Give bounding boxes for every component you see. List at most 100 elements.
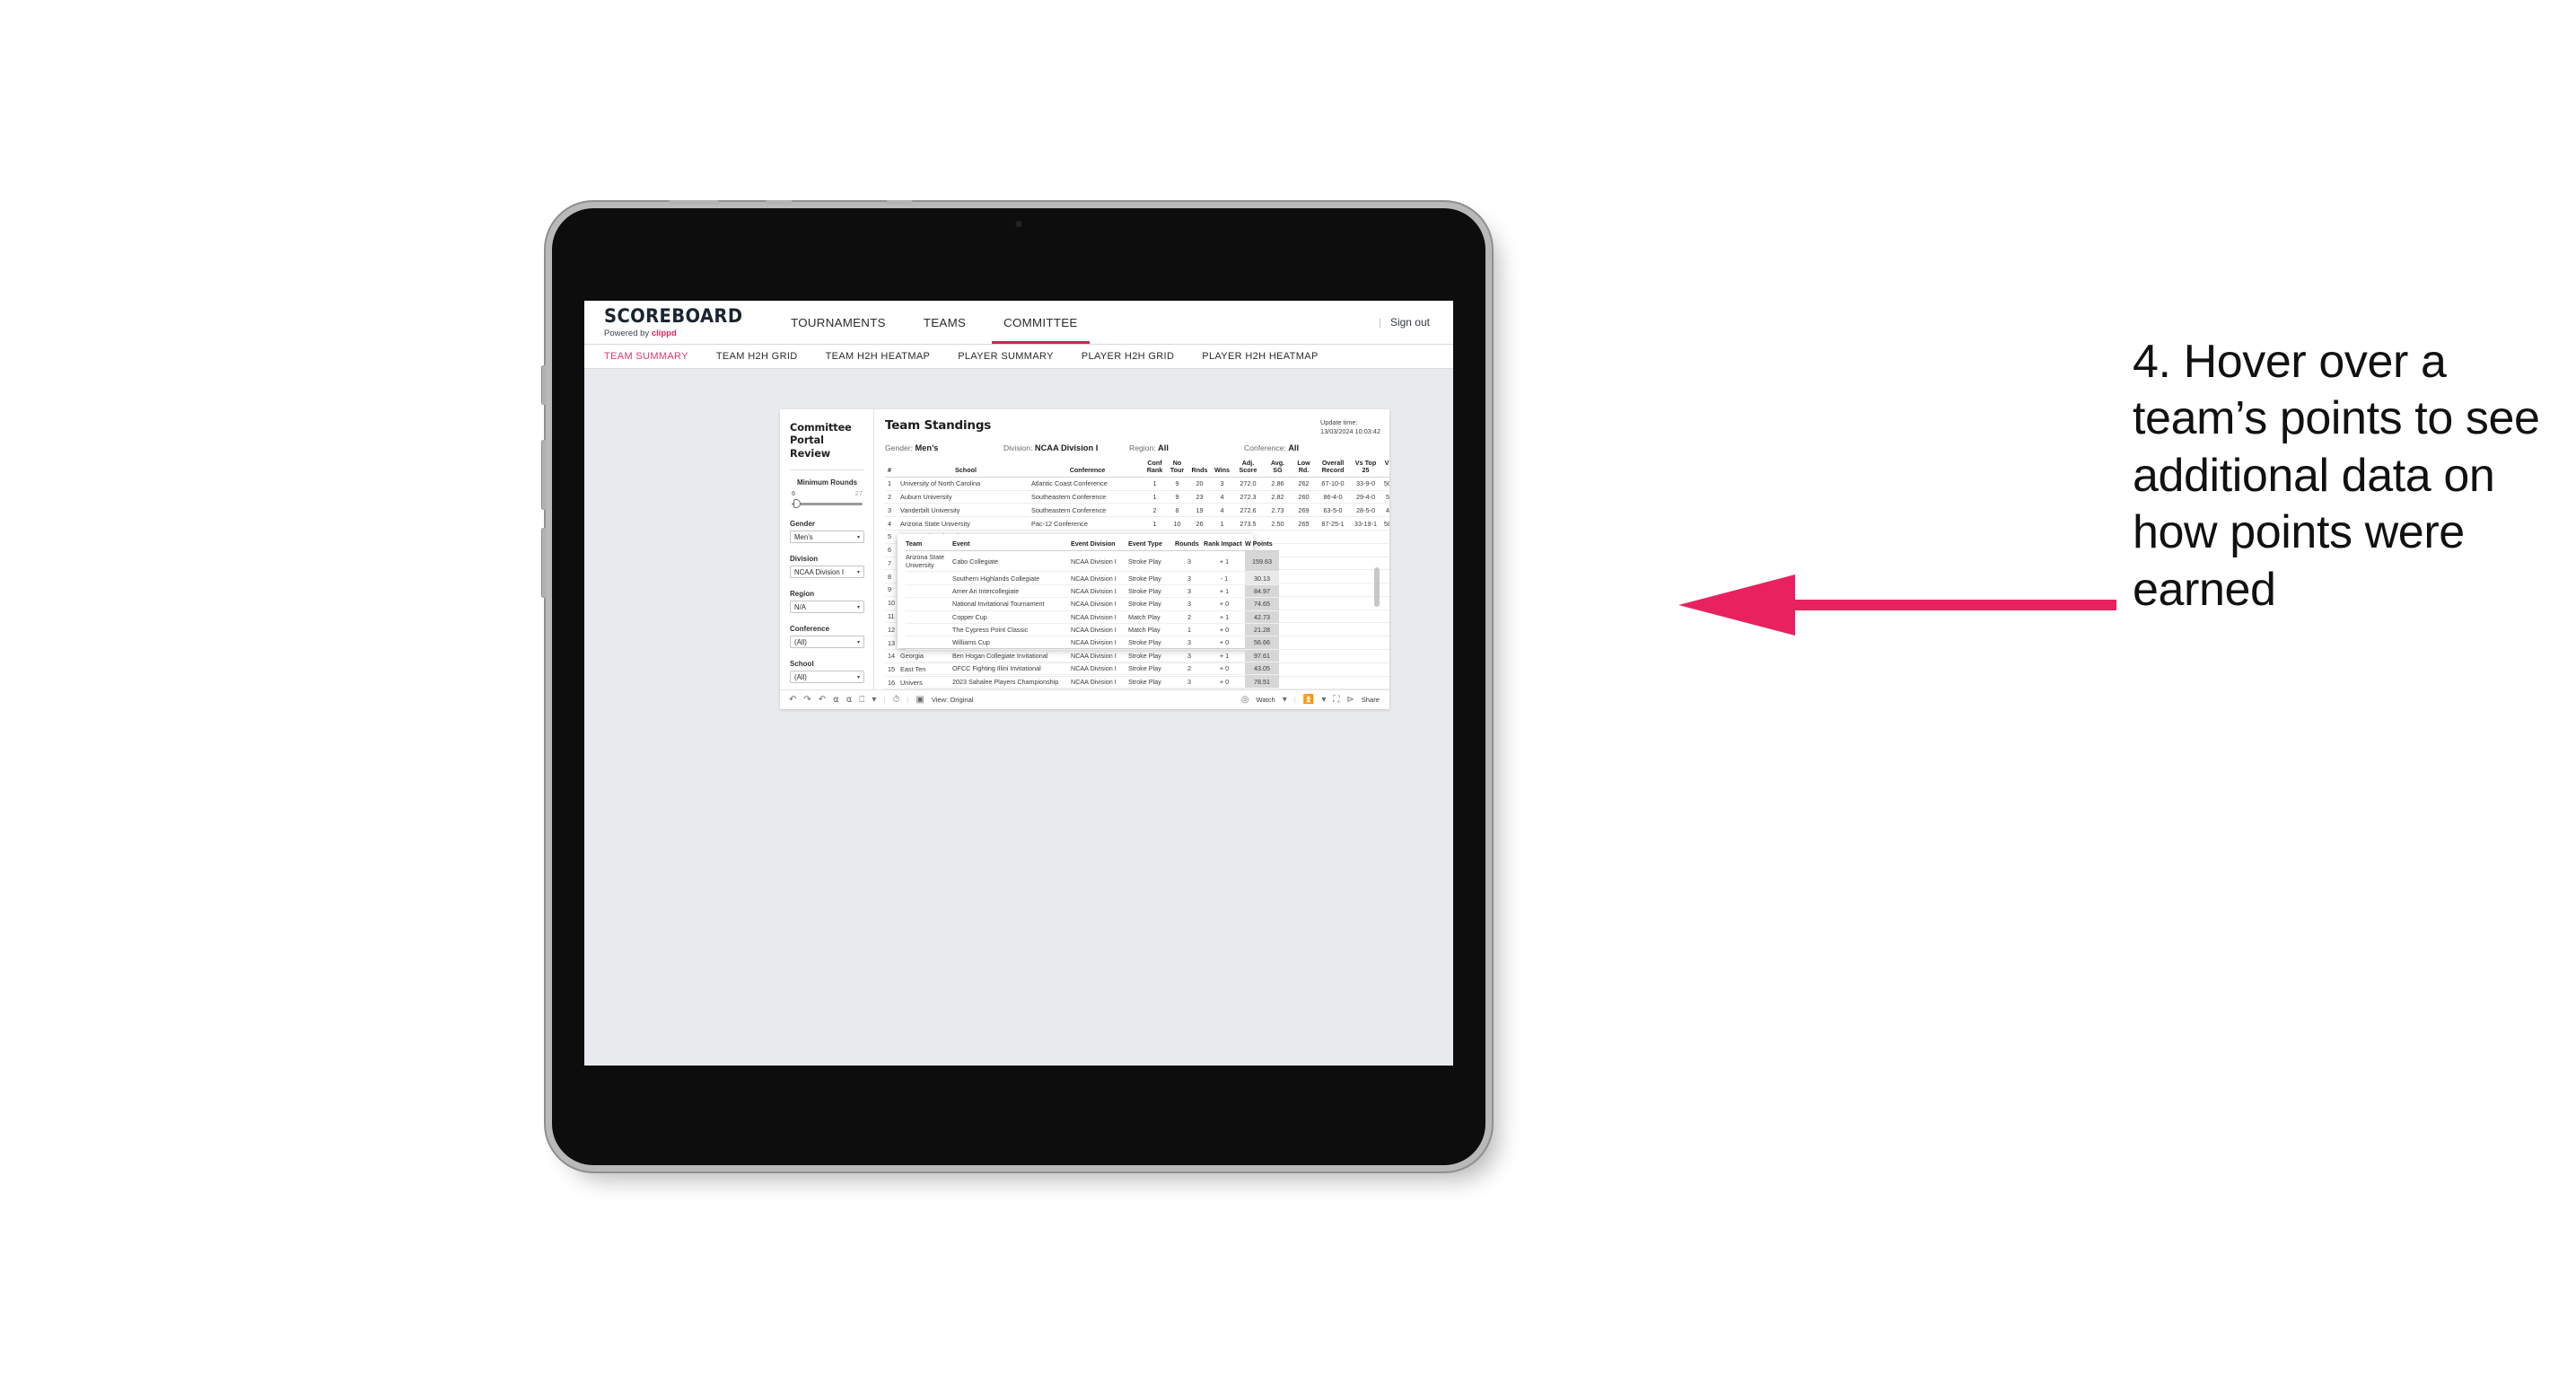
cell-rank: 2 [885,490,900,504]
standings-col-vs-top-50[interactable]: Vs Top50 [1380,459,1389,478]
tooltip-cell-event-type: Stroke Play [1128,550,1175,573]
subtab-team-summary[interactable]: TEAM SUMMARY [604,351,688,362]
minimum-rounds-slider[interactable] [792,499,863,509]
view-original-icon[interactable]: ⎕ [859,695,864,705]
chevron-down-icon[interactable]: ▾ [1321,695,1326,705]
tooltip-col-event-division: Event Division [1071,539,1128,551]
cell-vs-top-25 [1351,543,1380,557]
subtab-team-h2h-grid[interactable]: TEAM H2H GRID [716,351,798,362]
standings-col-school[interactable]: School [900,459,1031,478]
standings-col-low-rd[interactable]: Low Rd. [1292,459,1315,478]
nav-tab-committee[interactable]: COMMITTEE [985,301,1096,344]
cell-overall-record [1315,557,1351,571]
cell-vs-top-50: 46-5-0 [1380,503,1389,518]
watch-label[interactable]: Watch [1257,696,1275,704]
redo-icon[interactable]: ↷ [803,695,810,705]
standings-col-rnds[interactable]: Rnds [1188,459,1211,478]
tooltip-row: Ben Hogan Collegiate Invitational NCAA Di… [906,649,1279,663]
subtab-player-h2h-grid[interactable]: PLAYER H2H GRID [1082,351,1174,362]
app-logo[interactable]: SCOREBOARD Powered by clippd [584,301,772,344]
cell-avg-sg: 2.86 [1263,477,1292,491]
cell-vs-top-50 [1380,557,1389,571]
cell-low-rd [1292,610,1315,624]
nav-tab-teams[interactable]: TEAMS [905,301,985,344]
meta-conference-key: Conference: [1244,443,1286,452]
vertical-scrollbar[interactable] [1374,567,1380,607]
standings-col-overall-record[interactable]: Overall Record [1315,459,1351,478]
cell-adj-score: 273.5 [1233,516,1263,531]
school-select[interactable]: (All) ▾ [790,671,864,684]
tooltip-cell-rounds: 3 [1175,597,1204,611]
fullscreen-icon[interactable]: ⛶ [1333,695,1339,705]
standings-col-conference[interactable]: Conference [1031,459,1143,478]
gender-select[interactable]: Men’s ▾ [790,531,864,544]
cell-overall-record [1315,649,1351,663]
tooltip-cell-rounds: 3 [1175,636,1204,650]
tooltip-cell-event: Copper Cup [952,610,1071,624]
sign-out-link[interactable]: Sign out [1390,316,1430,329]
tooltip-cell-event-type: Stroke Play [1128,662,1175,676]
tooltip-row: National Invitational Tournament NCAA Div… [906,597,1279,611]
tooltip-cell-rank-impact: + 0 [1204,662,1245,676]
chevron-down-icon: ▾ [856,534,860,540]
tooltip-cell-rank-impact: + 1 [1204,584,1245,599]
cell-vs-top-50: 55-4-0 [1380,490,1389,504]
cell-vs-top-50 [1380,596,1389,610]
table-row[interactable]: 3 Vanderbilt University Southeastern Confe… [885,503,1389,518]
standings-col-rank[interactable]: # [885,459,900,478]
standings-col-wins[interactable]: Wins [1211,459,1233,478]
watch-icon[interactable]: ◎ [1241,695,1249,705]
nav-tab-tournaments[interactable]: TOURNAMENTS [772,301,905,344]
undo-icon[interactable]: ↶ [789,695,796,705]
subtab-team-h2h-heatmap[interactable]: TEAM H2H HEATMAP [826,351,931,362]
clock-history-icon[interactable]: ⏱ [892,695,899,705]
standings-col-adj-score[interactable]: Adj. Score [1233,459,1263,478]
refresh-data-icon[interactable]: ⍺ [833,695,839,705]
revert-icon[interactable]: ↶ [819,695,826,705]
standings-col-vs-top-25[interactable]: Vs Top 25 [1351,459,1380,478]
view-original-label[interactable]: View: Original [932,696,974,704]
table-row[interactable]: 2 Auburn University Southeastern Conferenc… [885,490,1389,504]
cell-overall-record [1315,569,1351,584]
division-select-value: NCAA Division I [794,567,845,576]
division-select[interactable]: NCAA Division I ▾ [790,566,864,579]
tooltip-cell-rank-impact: - 1 [1204,571,1245,585]
tooltip-row: Williams Cup NCAA Division I Stroke Play 3 +… [906,636,1279,650]
region-select[interactable]: N/A ▾ [790,601,864,614]
download-icon[interactable]: ⏫ [1303,695,1314,705]
dashboard-card: Committee Portal Review Minimum Rounds 6… [780,409,1389,709]
tooltip-cell-event-division: NCAA Division I [1071,571,1128,585]
standings-col-avg-sg[interactable]: Avg. SG [1263,459,1292,478]
tooltip-cell-rounds: 2 [1175,662,1204,676]
chevron-down-icon[interactable]: ▾ [1283,695,1287,705]
cell-vs-top-50 [1380,662,1389,677]
volume-up-button[interactable] [542,440,547,510]
meta-division-val: NCAA Division I [1034,443,1099,452]
minimum-rounds-values: 6 27 [792,489,863,497]
cell-vs-top-50 [1380,622,1389,637]
pause-updates-icon[interactable]: ⍺ [846,695,853,705]
conference-select[interactable]: (All) ▾ [790,636,864,649]
tooltip-cell-event-type: Stroke Play [1128,649,1175,663]
filter-summary: Gender: Men’s Division: NCAA Division I … [885,443,1380,452]
standings-col-no-tour[interactable]: No Tour [1166,459,1188,478]
chevron-down-icon: ▾ [856,674,860,680]
device-layout-icon[interactable]: ▣ [916,695,924,705]
tooltip-col-event-type: Event Type [1128,539,1175,551]
share-icon[interactable]: ⊳ [1346,695,1354,705]
power-button[interactable] [542,365,547,405]
chevron-down-icon[interactable]: ▾ [872,695,876,705]
volume-down-button[interactable] [542,528,547,598]
share-label[interactable]: Share [1362,696,1380,704]
logo-tagline: Powered by clippd [604,329,753,338]
cell-vs-top-50 [1380,610,1389,624]
table-row[interactable]: 4 Arizona State University Pac-12 Conferen… [885,516,1389,531]
update-time-value: 13/03/2024 10:03:42 [1320,426,1380,435]
subtab-player-h2h-heatmap[interactable]: PLAYER H2H HEATMAP [1202,351,1318,362]
standings-col-conf-rank[interactable]: Conf Rank [1143,459,1166,478]
subtab-player-summary[interactable]: PLAYER SUMMARY [958,351,1054,362]
tooltip-cell-event: Ben Hogan Collegiate Invitational [952,649,1071,663]
cell-low-rd: 269 [1292,503,1315,518]
table-row[interactable]: 1 University of North Carolina Atlantic Co… [885,477,1389,491]
slider-handle[interactable] [793,499,801,509]
